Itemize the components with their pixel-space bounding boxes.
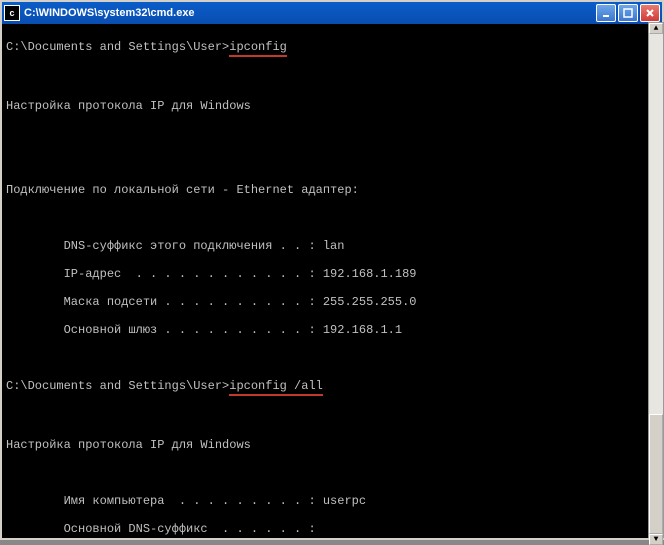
value: 255.255.255.0 <box>323 295 417 309</box>
cmd-window: c C:\WINDOWS\system32\cmd.exe C:\Documen… <box>0 0 664 540</box>
maximize-button[interactable] <box>618 4 638 22</box>
section-header: Настройка протокола IP для Windows <box>6 438 658 452</box>
value: 192.168.1.189 <box>323 267 417 281</box>
terminal-output[interactable]: C:\Documents and Settings\User>ipconfig … <box>2 24 662 538</box>
window-controls <box>596 4 660 22</box>
prompt: C:\Documents and Settings\User> <box>6 40 229 54</box>
minimize-button[interactable] <box>596 4 616 22</box>
scroll-track[interactable] <box>649 34 663 534</box>
vertical-scrollbar[interactable]: ▲ ▼ <box>648 22 664 538</box>
titlebar[interactable]: c C:\WINDOWS\system32\cmd.exe <box>2 2 662 24</box>
value: 192.168.1.1 <box>323 323 402 337</box>
scroll-thumb[interactable] <box>649 414 663 534</box>
scroll-up-button[interactable]: ▲ <box>649 23 663 34</box>
adapter-header: Подключение по локальной сети - Ethernet… <box>6 183 658 197</box>
value: userpc <box>323 494 366 508</box>
command: ipconfig /all <box>229 379 323 396</box>
label: Маска подсети . . . . . . . . . . : <box>6 295 323 309</box>
command: ipconfig <box>229 40 287 57</box>
section-header: Настройка протокола IP для Windows <box>6 99 658 113</box>
cmd-icon: c <box>4 5 20 21</box>
label: Основной DNS-суффикс . . . . . . : <box>6 522 323 536</box>
label: Основной шлюз . . . . . . . . . . : <box>6 323 323 337</box>
window-title: C:\WINDOWS\system32\cmd.exe <box>24 7 596 19</box>
label: Имя компьютера . . . . . . . . . : <box>6 494 323 508</box>
value: lan <box>323 239 345 253</box>
label: IP-адрес . . . . . . . . . . . . : <box>6 267 323 281</box>
prompt: C:\Documents and Settings\User> <box>6 379 229 393</box>
label: DNS-суффикс этого подключения . . : <box>6 239 323 253</box>
close-button[interactable] <box>640 4 660 22</box>
